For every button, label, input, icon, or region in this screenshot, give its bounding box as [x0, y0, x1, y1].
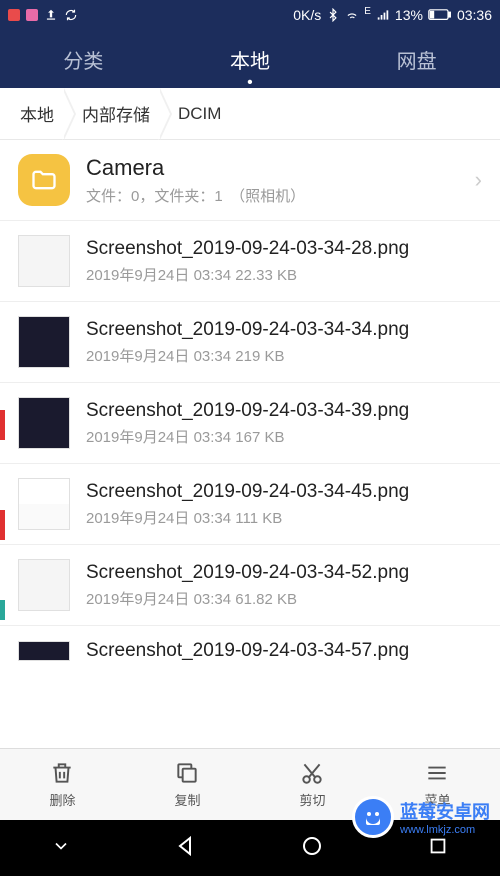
file-list[interactable]: Camera 文件：0，文件夹：1 （照相机） › Screenshot_201…: [0, 140, 500, 748]
file-name: Screenshot_2019-09-24-03-34-57.png: [86, 640, 482, 662]
wifi-icon: [345, 8, 359, 22]
delete-label: 删除: [49, 790, 75, 809]
nav-home[interactable]: [300, 834, 324, 863]
notification-icon: [8, 9, 20, 21]
file-thumbnail: [18, 316, 70, 368]
nav-chevron-down[interactable]: [51, 836, 71, 861]
file-meta: 2019年9月24日 03:34 61.82 KB: [86, 588, 482, 609]
file-thumbnail: [18, 478, 70, 530]
file-item[interactable]: Screenshot_2019-09-24-03-34-39.png 2019年…: [0, 383, 500, 464]
delete-button[interactable]: 删除: [49, 760, 75, 809]
chevron-right-icon: ›: [475, 167, 482, 193]
signal-icon: [376, 8, 390, 22]
edge-marker: [0, 410, 5, 440]
edge-marker: [0, 510, 5, 540]
file-item[interactable]: Screenshot_2019-09-24-03-34-52.png 2019年…: [0, 545, 500, 626]
nav-recent[interactable]: [427, 835, 449, 862]
crumb-storage[interactable]: 内部存储: [68, 88, 164, 139]
edge-marker: [0, 600, 5, 620]
status-bar: 0K/s E 13% 03:36: [0, 0, 500, 30]
crumb-folder[interactable]: DCIM: [164, 88, 235, 139]
file-meta: 2019年9月24日 03:34 22.33 KB: [86, 264, 482, 285]
top-tabs: 分类 本地 网盘: [0, 30, 500, 88]
cut-label: 剪切: [299, 790, 325, 809]
file-item[interactable]: Screenshot_2019-09-24-03-34-45.png 2019年…: [0, 464, 500, 545]
file-thumbnail: [18, 559, 70, 611]
folder-icon: [18, 154, 70, 206]
signal-type: E: [364, 6, 371, 17]
network-speed: 0K/s: [293, 7, 321, 23]
file-name: Screenshot_2019-09-24-03-34-39.png: [86, 400, 482, 422]
battery-icon: [428, 8, 452, 22]
sync-icon: [64, 8, 78, 22]
file-meta: 2019年9月24日 03:34 219 KB: [86, 345, 482, 366]
watermark-title: 蓝莓安卓网: [400, 798, 490, 824]
tab-local[interactable]: 本地: [222, 41, 278, 78]
watermark: 蓝莓安卓网 www.lmkjz.com: [352, 796, 490, 838]
breadcrumb: 本地 内部存储 DCIM: [0, 88, 500, 140]
file-item[interactable]: Screenshot_2019-09-24-03-34-28.png 2019年…: [0, 221, 500, 302]
file-item[interactable]: Screenshot_2019-09-24-03-34-57.png: [0, 626, 500, 676]
cut-button[interactable]: 剪切: [299, 760, 325, 809]
crumb-root[interactable]: 本地: [6, 88, 68, 139]
file-name: Screenshot_2019-09-24-03-34-28.png: [86, 238, 482, 260]
folder-name: Camera: [86, 155, 459, 181]
file-name: Screenshot_2019-09-24-03-34-34.png: [86, 319, 482, 341]
app-notification-icon: [26, 9, 38, 21]
tab-category[interactable]: 分类: [55, 41, 111, 78]
file-name: Screenshot_2019-09-24-03-34-45.png: [86, 481, 482, 503]
file-thumbnail: [18, 641, 70, 661]
file-meta: 2019年9月24日 03:34 111 KB: [86, 507, 482, 528]
clock: 03:36: [457, 7, 492, 23]
watermark-url: www.lmkjz.com: [400, 824, 490, 836]
upload-icon: [44, 8, 58, 22]
file-name: Screenshot_2019-09-24-03-34-52.png: [86, 562, 482, 584]
nav-back[interactable]: [174, 834, 198, 863]
file-meta: 2019年9月24日 03:34 167 KB: [86, 426, 482, 447]
file-thumbnail: [18, 397, 70, 449]
folder-item[interactable]: Camera 文件：0，文件夹：1 （照相机） ›: [0, 140, 500, 221]
tab-cloud[interactable]: 网盘: [389, 41, 445, 78]
file-item[interactable]: Screenshot_2019-09-24-03-34-34.png 2019年…: [0, 302, 500, 383]
folder-meta: 文件：0，文件夹：1 （照相机）: [86, 185, 459, 206]
file-thumbnail: [18, 235, 70, 287]
copy-label: 复制: [174, 790, 200, 809]
copy-button[interactable]: 复制: [174, 760, 200, 809]
bluetooth-icon: [326, 8, 340, 22]
watermark-logo-icon: [352, 796, 394, 838]
battery-percent: 13%: [395, 7, 423, 23]
